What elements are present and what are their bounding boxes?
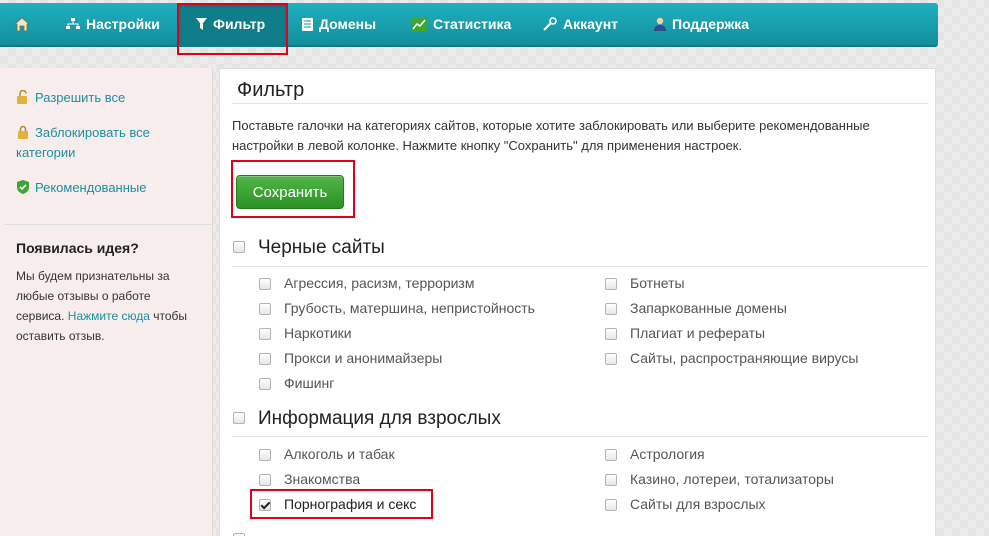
nav-support[interactable]: Поддержка	[654, 3, 749, 45]
user-icon	[654, 17, 666, 31]
option-label: Грубость, матершина, непристойность	[284, 300, 535, 316]
section-divider	[232, 266, 928, 267]
sidebar: Разрешить все Заблокировать все категори…	[0, 68, 213, 536]
option-label: Запаркованные домены	[630, 300, 787, 316]
home-icon	[14, 16, 30, 31]
top-navbar: Настройки Фильтр Домены Статистика Аккау…	[0, 3, 938, 47]
unlock-icon	[17, 89, 27, 104]
book-icon	[302, 17, 313, 31]
option-label: Ботнеты	[630, 275, 685, 291]
block-all-label: Заблокировать все категории	[16, 125, 150, 160]
title-divider	[232, 103, 928, 104]
nav-account-label: Аккаунт	[563, 16, 619, 32]
lock-icon	[18, 125, 28, 139]
recommended-link[interactable]: Рекомендованные	[16, 178, 201, 198]
option-label: Фишинг	[284, 375, 335, 391]
nav-settings[interactable]: Настройки	[66, 3, 160, 45]
nav-domains[interactable]: Домены	[302, 3, 376, 45]
checkbox-proxy[interactable]	[259, 353, 271, 365]
option-label: Казино, лотереи, тотализаторы	[630, 471, 834, 487]
section-checkbox-adult-info[interactable]	[233, 412, 245, 424]
option-label: Сайты, распространяющие вирусы	[630, 350, 859, 366]
checkbox-gambling[interactable]	[605, 474, 617, 486]
nav-support-label: Поддержка	[672, 16, 750, 32]
option-label: Сайты для взрослых	[630, 496, 766, 512]
checkbox-parked-domains[interactable]	[605, 303, 617, 315]
checkbox-astrology[interactable]	[605, 449, 617, 461]
block-all-link[interactable]: Заблокировать все категории	[16, 123, 201, 163]
nav-statistics[interactable]: Статистика	[412, 3, 511, 45]
option-label: Наркотики	[284, 325, 352, 341]
checkbox-aggression[interactable]	[259, 278, 271, 290]
option-label: Агрессия, расизм, терроризм	[284, 275, 475, 291]
checkbox-pornography[interactable]	[259, 499, 271, 511]
wrench-icon	[543, 17, 557, 31]
option-label: Астрология	[630, 446, 705, 462]
nav-domains-label: Домены	[319, 16, 377, 32]
section-divider	[232, 436, 928, 437]
allow-all-label: Разрешить все	[35, 90, 126, 105]
section-title-adult-info: Информация для взрослых	[258, 408, 501, 429]
checkbox-drugs[interactable]	[259, 328, 271, 340]
main-panel: Фильтр Поставьте галочки на категориях с…	[219, 68, 936, 536]
recommended-label: Рекомендованные	[35, 180, 147, 195]
checkbox-botnets[interactable]	[605, 278, 617, 290]
section-title-black-sites: Черные сайты	[258, 237, 385, 258]
nav-filter[interactable]: Фильтр	[178, 3, 288, 45]
feedback-link[interactable]: Нажмите сюда	[68, 309, 150, 323]
checkbox-phishing[interactable]	[259, 378, 271, 390]
nav-statistics-label: Статистика	[433, 16, 512, 32]
checkbox-alcohol-tobacco[interactable]	[259, 449, 271, 461]
option-label: Прокси и анонимайзеры	[284, 350, 443, 366]
save-button[interactable]: Сохранить	[236, 175, 344, 209]
sitemap-icon	[66, 18, 80, 29]
checkbox-profanity[interactable]	[259, 303, 271, 315]
sidebar-divider	[4, 224, 213, 225]
nav-account[interactable]: Аккаунт	[543, 3, 618, 45]
checkbox-adult-sites[interactable]	[605, 499, 617, 511]
idea-text: Мы будем признательны за любые отзывы о …	[16, 266, 201, 346]
checkbox-malware-sites[interactable]	[605, 353, 617, 365]
page-title: Фильтр	[237, 79, 305, 101]
option-label: Знакомства	[284, 471, 361, 487]
filter-description: Поставьте галочки на категориях сайтов, …	[232, 118, 870, 153]
option-label: Порнография и секс	[284, 496, 417, 512]
chart-icon	[412, 17, 427, 31]
checkbox-plagiarism[interactable]	[605, 328, 617, 340]
idea-title: Появилась идея?	[16, 240, 139, 256]
section-checkbox-black-sites[interactable]	[233, 241, 245, 253]
filter-icon	[196, 18, 207, 30]
allow-all-link[interactable]: Разрешить все	[16, 88, 201, 108]
option-label: Алкоголь и табак	[284, 446, 395, 462]
nav-filter-label: Фильтр	[213, 16, 266, 32]
checkbox-dating[interactable]	[259, 474, 271, 486]
shield-check-icon	[17, 180, 29, 194]
nav-settings-label: Настройки	[86, 16, 160, 32]
option-label: Плагиат и рефераты	[630, 325, 766, 341]
nav-home[interactable]	[14, 3, 34, 45]
